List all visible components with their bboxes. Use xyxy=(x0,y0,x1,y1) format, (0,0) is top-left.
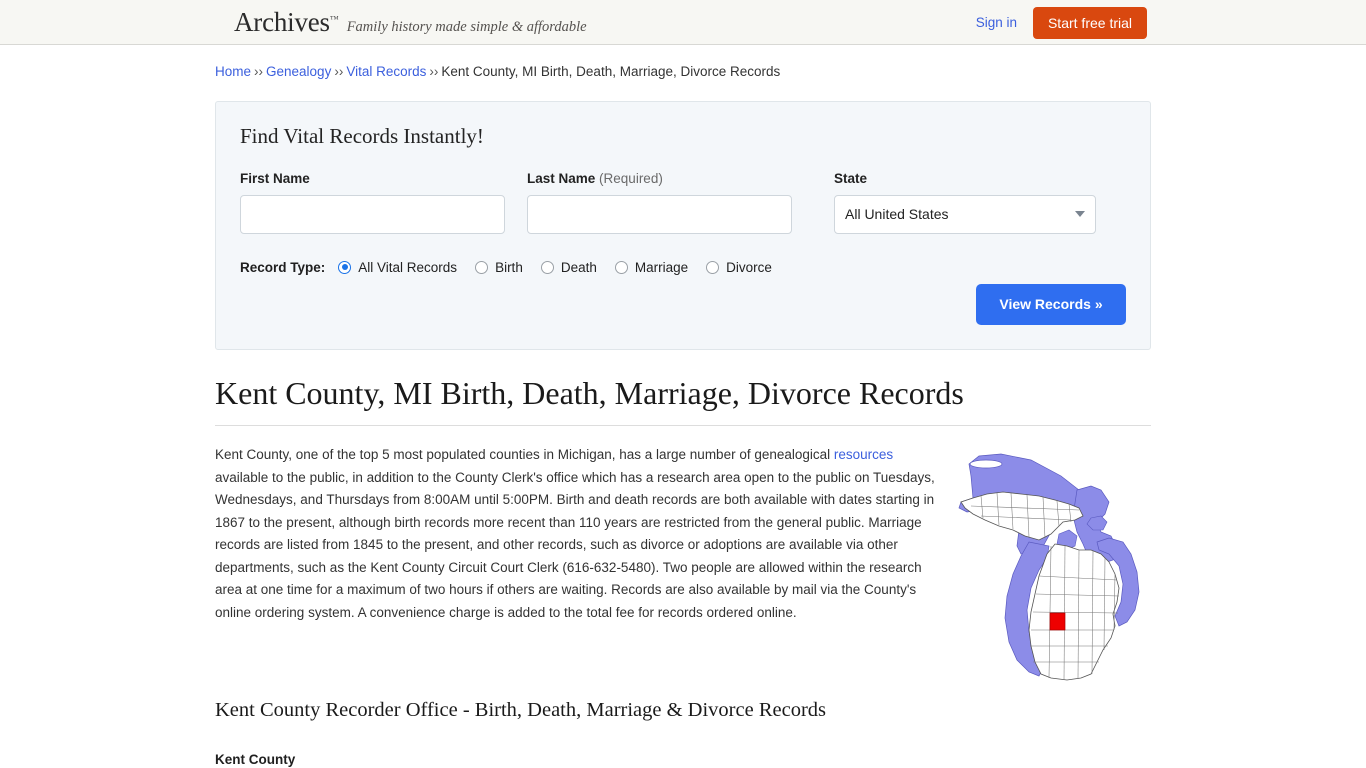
state-field-group: State All United States xyxy=(834,171,1096,234)
content-container: Home ›› Genealogy ›› Vital Records ›› Kent Cou… xyxy=(215,45,1151,768)
last-name-field-group: Last Name (Required) xyxy=(527,171,792,234)
page-title: Kent County, MI Birth, Death, Marriage, … xyxy=(215,375,1151,427)
resources-link[interactable]: resources xyxy=(834,447,893,462)
sign-in-link[interactable]: Sign in xyxy=(976,15,1017,30)
search-fields-row: First Name Last Name (Required) State Al… xyxy=(240,171,1126,234)
radio-label-divorce: Divorce xyxy=(726,259,772,275)
view-records-button[interactable]: View Records » xyxy=(976,283,1126,325)
first-name-label: First Name xyxy=(240,170,310,186)
site-header: Archives ™ Family history made simple & a… xyxy=(0,0,1366,45)
article-text-part2: available to the public, in addition to … xyxy=(215,469,935,620)
state-label: State xyxy=(834,170,868,186)
article-paragraph: Kent County, one of the top 5 most popul… xyxy=(215,444,943,691)
radio-divorce[interactable]: Divorce xyxy=(706,260,780,275)
breadcrumb-separator: ›› xyxy=(429,64,439,79)
recorder-office-heading: Kent County Recorder Office - Birth, Dea… xyxy=(215,699,827,722)
radio-icon xyxy=(706,260,720,274)
breadcrumb-separator: ›› xyxy=(334,64,344,79)
article-text-part1: Kent County, one of the top 5 most popul… xyxy=(215,447,834,463)
breadcrumb: Home ›› Genealogy ›› Vital Records ›› Kent Cou… xyxy=(215,45,1151,81)
brand-logo-text: Archives xyxy=(234,6,330,37)
address-county-name: Kent County xyxy=(215,752,296,768)
last-name-required-note: (Required) xyxy=(599,170,663,186)
view-records-wrapper: View Records » xyxy=(976,283,1126,325)
radio-label-all-vital-records: All Vital Records xyxy=(358,259,458,275)
radio-label-death: Death xyxy=(560,259,597,275)
radio-label-marriage: Marriage xyxy=(634,259,689,275)
first-name-input[interactable] xyxy=(240,194,505,234)
radio-birth[interactable]: Birth xyxy=(475,260,531,275)
last-name-input[interactable] xyxy=(527,194,792,234)
last-name-label-text: Last Name xyxy=(527,170,596,186)
start-free-trial-button[interactable]: Start free trial xyxy=(1032,6,1147,39)
michigan-map-container xyxy=(951,444,1151,691)
breadcrumb-separator: ›› xyxy=(254,64,264,79)
last-name-label: Last Name (Required) xyxy=(527,171,792,186)
state-select[interactable]: All United States xyxy=(834,194,1096,234)
record-type-label: Record Type: xyxy=(240,259,326,275)
radio-icon xyxy=(540,260,554,274)
kent-county-highlight xyxy=(1049,612,1066,631)
breadcrumb-item-current: Kent County, MI Birth, Death, Marriage, … xyxy=(441,64,781,79)
page-body: Home ›› Genealogy ›› Vital Records ›› Kent Cou… xyxy=(0,45,1366,768)
first-name-field-group: First Name xyxy=(240,171,505,234)
brand-tagline: Family history made simple & affordable xyxy=(346,18,587,35)
radio-label-birth: Birth xyxy=(495,259,523,275)
breadcrumb-item-home[interactable]: Home xyxy=(215,64,251,79)
vital-records-search-panel: Find Vital Records Instantly! First Name… xyxy=(215,100,1151,350)
state-select-wrapper: All United States xyxy=(834,194,1096,234)
article-section: Kent County, one of the top 5 most popul… xyxy=(215,444,1151,691)
record-type-row: Record Type: All Vital Records Birth Dea… xyxy=(240,260,1126,275)
header-actions: Sign in Start free trial xyxy=(976,0,1147,45)
trademark-icon: ™ xyxy=(329,13,339,24)
radio-all-vital-records[interactable]: All Vital Records xyxy=(338,260,465,275)
michigan-county-map-icon xyxy=(958,453,1140,681)
radio-icon xyxy=(614,260,628,274)
radio-icon xyxy=(338,260,352,274)
breadcrumb-item-genealogy[interactable]: Genealogy xyxy=(266,64,331,79)
search-panel-title: Find Vital Records Instantly! xyxy=(240,123,484,148)
brand[interactable]: Archives ™ Family history made simple & a… xyxy=(234,6,587,37)
recorder-address-block: Kent County 300 Monroe Ave NW Grand Rapi… xyxy=(215,749,1151,768)
radio-icon xyxy=(475,260,489,274)
radio-marriage[interactable]: Marriage xyxy=(614,259,696,275)
radio-death[interactable]: Death xyxy=(540,259,605,275)
breadcrumb-item-vital-records[interactable]: Vital Records xyxy=(346,64,426,79)
